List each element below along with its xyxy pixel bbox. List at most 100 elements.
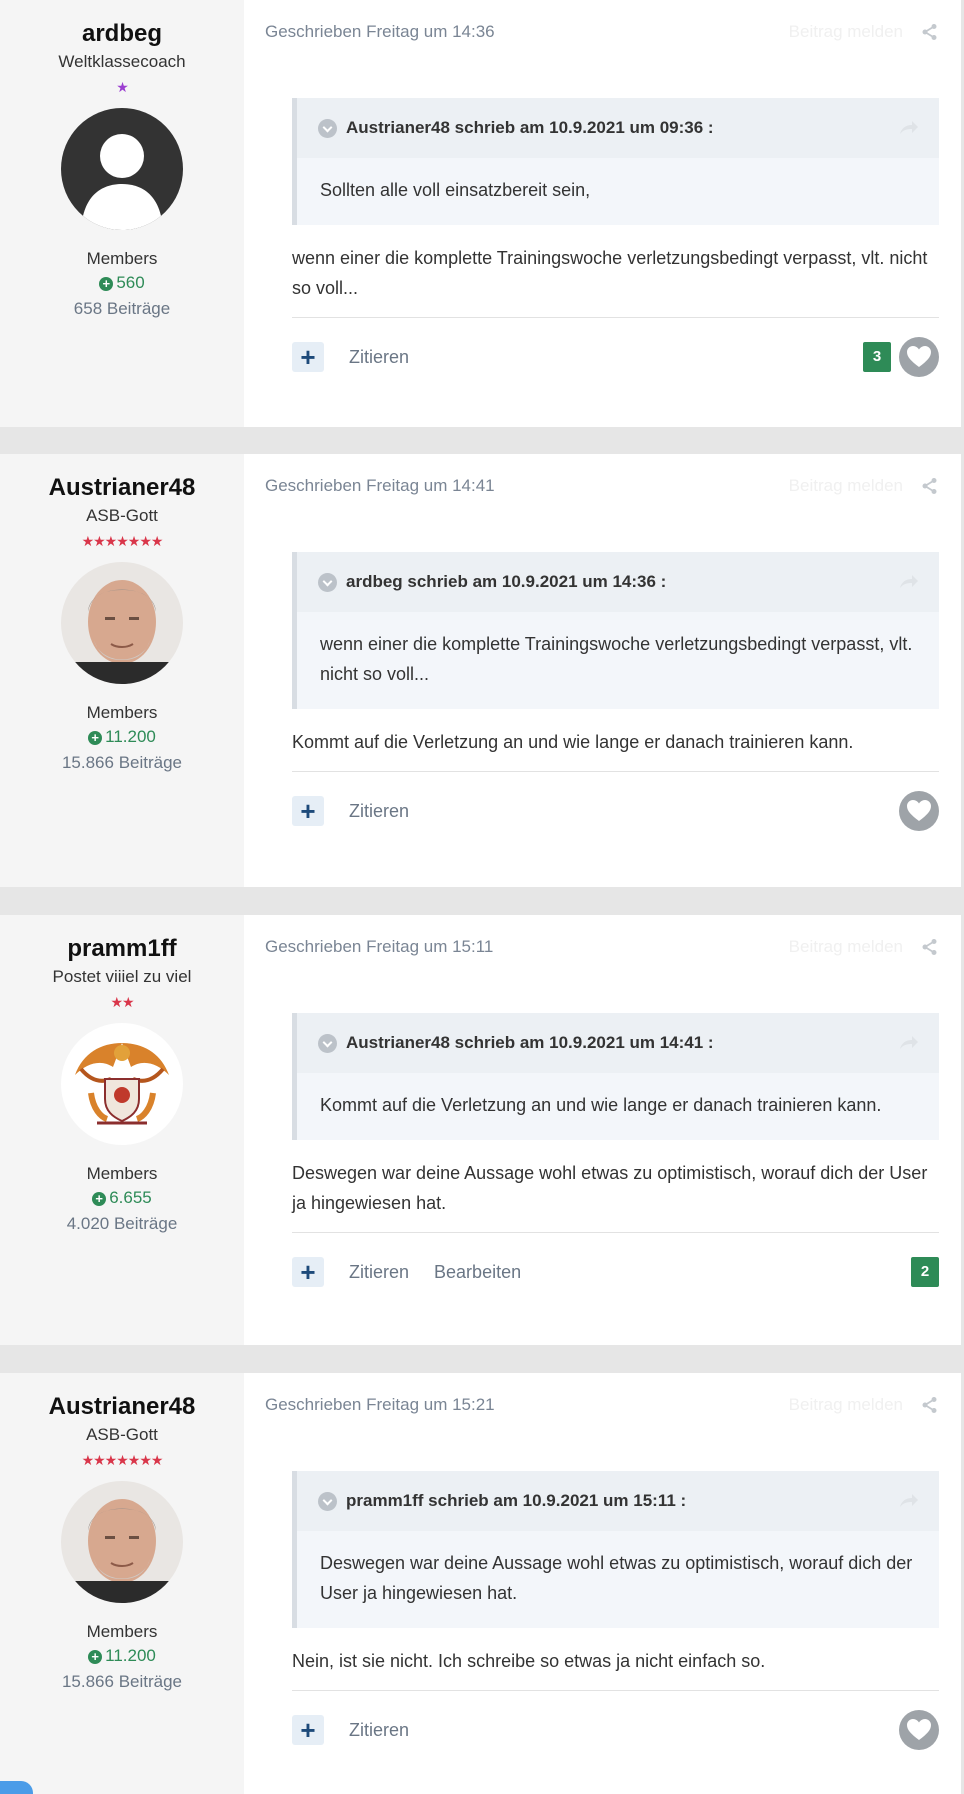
author-panel: pramm1ff Postet viiiel zu viel ★★ Member… <box>0 915 244 1345</box>
rank-stars: ★ <box>116 79 129 95</box>
post-content: Geschrieben Freitag um 15:21 Beitrag mel… <box>244 1373 961 1794</box>
quote-citation[interactable]: Austrianer48 schrieb am 10.9.2021 um 14:… <box>346 1033 899 1053</box>
author-group: Members <box>86 249 158 268</box>
reply-arrow-icon[interactable] <box>899 1493 919 1509</box>
quote-citation[interactable]: Austrianer48 schrieb am 10.9.2021 um 09:… <box>346 118 899 138</box>
author-post-count[interactable]: 4.020 Beiträge <box>0 1211 244 1237</box>
multiquote-plus-button[interactable]: + <box>292 796 324 826</box>
author-reputation: +560 <box>0 270 244 296</box>
post-meta: Geschrieben Freitag um 15:11 Beitrag mel… <box>265 915 939 979</box>
reply-arrow-icon[interactable] <box>899 1035 919 1051</box>
author-post-count[interactable]: 15.866 Beiträge <box>0 1669 244 1695</box>
author-reputation: +6.655 <box>0 1185 244 1211</box>
quote-text: Sollten alle voll einsatzbereit sein, <box>320 180 591 200</box>
post-text: Deswegen war deine Aussage wohl etwas zu… <box>292 1158 939 1233</box>
author-panel: Austrianer48 ASB-Gott ★★★★★★★ Members +1… <box>0 1373 244 1794</box>
reply-arrow-icon[interactable] <box>899 574 919 590</box>
like-button[interactable] <box>899 337 939 377</box>
share-icon[interactable] <box>921 477 939 495</box>
chevron-down-icon[interactable] <box>318 118 337 138</box>
quote-block: ardbeg schrieb am 10.9.2021 um 14:36 : w… <box>292 552 939 709</box>
like-button[interactable] <box>899 1710 939 1750</box>
reputation-value: 11.200 <box>105 727 156 746</box>
quote-button[interactable]: Zitieren <box>349 347 409 368</box>
crest-avatar <box>61 1023 183 1145</box>
reaction-count[interactable]: 2 <box>911 1257 939 1287</box>
author-reputation: +11.200 <box>0 1643 244 1669</box>
report-link[interactable]: Beitrag melden <box>789 937 903 957</box>
chat-widget-tab[interactable] <box>0 1781 33 1794</box>
quote-text: wenn einer die komplette Trainingswoche … <box>320 634 913 684</box>
quote-text: Deswegen war deine Aussage wohl etwas zu… <box>320 1553 913 1603</box>
plus-circle-icon: + <box>99 277 114 291</box>
post-1: ardbeg Weltklassecoach ★ Members +560 65… <box>0 0 961 427</box>
avatar[interactable] <box>61 1481 183 1603</box>
heart-icon <box>907 346 931 367</box>
user-photo-avatar <box>61 562 183 684</box>
avatar[interactable] <box>61 108 183 230</box>
quote-header: Austrianer48 schrieb am 10.9.2021 um 09:… <box>297 98 939 158</box>
post-date[interactable]: Geschrieben Freitag um 14:41 <box>265 476 789 496</box>
author-group: Members <box>86 1164 158 1183</box>
multiquote-plus-button[interactable]: + <box>292 1715 324 1745</box>
post-actions: + Zitieren <box>292 1691 939 1769</box>
share-icon[interactable] <box>921 23 939 41</box>
rank-stars: ★★★★★★★ <box>81 1452 164 1468</box>
author-post-count[interactable]: 658 Beiträge <box>0 296 244 322</box>
author-post-count[interactable]: 15.866 Beiträge <box>0 750 244 776</box>
author-name[interactable]: Austrianer48 <box>0 1393 244 1421</box>
quote-header: ardbeg schrieb am 10.9.2021 um 14:36 : <box>297 552 939 612</box>
post-meta: Geschrieben Freitag um 14:36 Beitrag mel… <box>265 0 939 64</box>
quote-button[interactable]: Zitieren <box>349 801 409 822</box>
report-link[interactable]: Beitrag melden <box>789 22 903 42</box>
quote-citation[interactable]: pramm1ff schrieb am 10.9.2021 um 15:11 : <box>346 1491 899 1511</box>
report-link[interactable]: Beitrag melden <box>789 1395 903 1415</box>
avatar[interactable] <box>61 1023 183 1145</box>
chevron-down-icon[interactable] <box>318 1033 337 1053</box>
quote-button[interactable]: Zitieren <box>349 1720 409 1741</box>
author-title: Postet viiiel zu viel <box>52 967 192 986</box>
plus-circle-icon: + <box>88 731 103 745</box>
post-3: pramm1ff Postet viiiel zu viel ★★ Member… <box>0 915 961 1345</box>
edit-button[interactable]: Bearbeiten <box>434 1262 521 1283</box>
multiquote-plus-button[interactable]: + <box>292 1257 324 1287</box>
reaction-count[interactable]: 3 <box>863 342 891 372</box>
quote-button[interactable]: Zitieren <box>349 1262 409 1283</box>
post-text: Kommt auf die Verletzung an und wie lang… <box>292 727 939 772</box>
rank-stars: ★★★★★★★ <box>81 533 164 549</box>
author-panel: Austrianer48 ASB-Gott ★★★★★★★ Members +1… <box>0 454 244 887</box>
post-text: wenn einer die komplette Trainingswoche … <box>292 243 939 318</box>
heart-icon <box>907 800 931 821</box>
chevron-down-icon[interactable] <box>318 1491 337 1511</box>
post-actions: + Zitieren Bearbeiten 2 <box>292 1233 939 1311</box>
author-name[interactable]: ardbeg <box>0 20 244 48</box>
quote-citation[interactable]: ardbeg schrieb am 10.9.2021 um 14:36 : <box>346 572 899 592</box>
share-icon[interactable] <box>921 938 939 956</box>
quote-header: Austrianer48 schrieb am 10.9.2021 um 14:… <box>297 1013 939 1073</box>
quote-block: Austrianer48 schrieb am 10.9.2021 um 14:… <box>292 1013 939 1140</box>
plus-circle-icon: + <box>88 1650 103 1664</box>
avatar[interactable] <box>61 562 183 684</box>
author-name[interactable]: Austrianer48 <box>0 474 244 502</box>
author-panel: ardbeg Weltklassecoach ★ Members +560 65… <box>0 0 244 427</box>
post-date[interactable]: Geschrieben Freitag um 14:36 <box>265 22 789 42</box>
post-actions: + Zitieren <box>292 772 939 850</box>
post-date[interactable]: Geschrieben Freitag um 15:11 <box>265 937 789 957</box>
author-title: ASB-Gott <box>86 1425 158 1444</box>
reputation-value: 560 <box>116 273 145 292</box>
user-photo-avatar <box>61 1481 183 1603</box>
reply-arrow-icon[interactable] <box>899 120 919 136</box>
like-button[interactable] <box>899 791 939 831</box>
share-icon[interactable] <box>921 1396 939 1414</box>
post-date[interactable]: Geschrieben Freitag um 15:21 <box>265 1395 789 1415</box>
plus-circle-icon: + <box>92 1192 107 1206</box>
author-title: Weltklassecoach <box>58 52 186 71</box>
post-content: Geschrieben Freitag um 14:41 Beitrag mel… <box>244 454 961 887</box>
post-4: Austrianer48 ASB-Gott ★★★★★★★ Members +1… <box>0 1373 961 1794</box>
author-name[interactable]: pramm1ff <box>0 935 244 963</box>
chevron-down-icon[interactable] <box>318 572 337 592</box>
multiquote-plus-button[interactable]: + <box>292 342 324 372</box>
post-content: Geschrieben Freitag um 15:11 Beitrag mel… <box>244 915 961 1345</box>
report-link[interactable]: Beitrag melden <box>789 476 903 496</box>
author-group: Members <box>86 1622 158 1641</box>
